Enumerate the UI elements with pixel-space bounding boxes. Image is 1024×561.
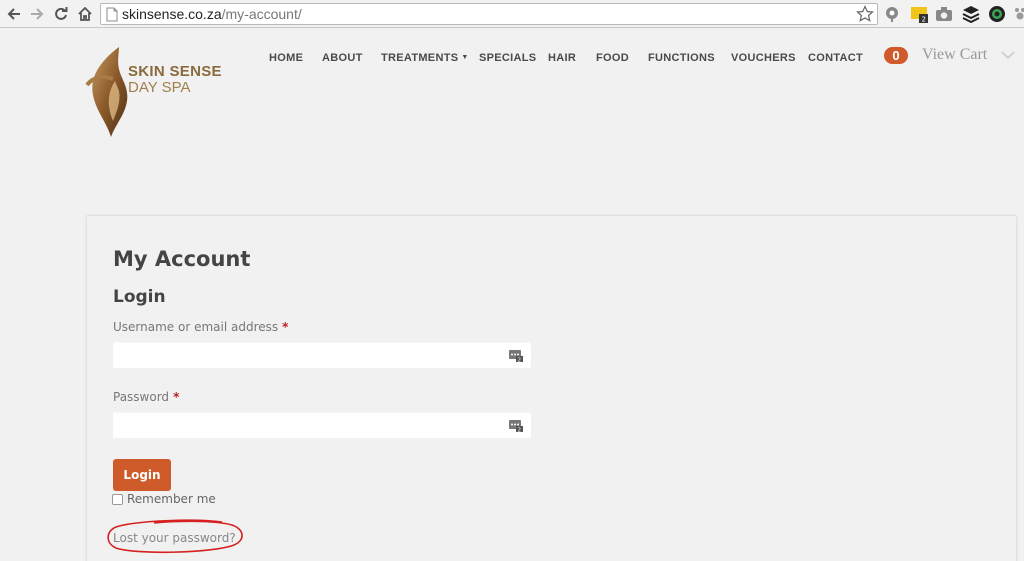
extension-badge-icon[interactable]: 2 — [910, 5, 928, 23]
nav-item-treatments[interactable]: TREATMENTS ▼ — [381, 52, 469, 64]
password-manager-icon[interactable]: 2 — [509, 418, 523, 432]
nav-item-treatments-label: TREATMENTS — [381, 52, 459, 64]
home-button[interactable] — [75, 4, 95, 24]
nav-item-about[interactable]: ABOUT — [322, 52, 363, 64]
nav-item-specials[interactable]: SPECIALS — [479, 52, 536, 64]
back-button[interactable] — [4, 4, 24, 24]
nav-item-functions[interactable]: FUNCTIONS — [648, 52, 715, 64]
back-arrow-icon — [7, 8, 20, 20]
remember-me[interactable]: Remember me — [112, 492, 216, 506]
required-marker: * — [173, 390, 180, 404]
svg-text:2: 2 — [518, 427, 522, 432]
paw-icon[interactable] — [1012, 5, 1024, 23]
username-label: Username or email address * — [113, 320, 289, 334]
svg-text:2: 2 — [518, 357, 522, 362]
page-icon — [106, 7, 118, 22]
password-label: Password * — [113, 390, 180, 404]
bookmark-star-icon[interactable] — [856, 5, 874, 23]
annotation-circle — [107, 519, 243, 554]
forward-button[interactable] — [27, 4, 47, 24]
password-field[interactable]: 2 — [113, 412, 531, 438]
home-icon — [78, 7, 92, 21]
nav-item-contact[interactable]: CONTACT — [808, 52, 863, 64]
caret-down-icon: ▼ — [461, 54, 469, 61]
required-marker: * — [282, 320, 289, 334]
reload-button[interactable] — [51, 4, 71, 24]
remember-me-checkbox[interactable] — [112, 493, 123, 505]
forward-arrow-icon — [31, 8, 44, 20]
nav-item-vouchers[interactable]: VOUCHERS — [731, 52, 796, 64]
browser-toolbar: skinsense.co.za/my-account/ 2 — [0, 0, 1024, 28]
page-title: My Account — [113, 247, 251, 271]
password-manager-icon[interactable]: 2 — [509, 348, 523, 362]
view-cart-link[interactable]: View Cart — [922, 46, 987, 64]
color-wheel-icon[interactable] — [988, 5, 1006, 23]
remember-me-label: Remember me — [127, 492, 216, 506]
nav-item-hair[interactable]: HAIR — [548, 52, 576, 64]
username-field[interactable]: 2 — [113, 342, 531, 368]
chevron-down-icon[interactable] — [1001, 51, 1015, 60]
camera-icon[interactable] — [935, 5, 953, 23]
nav-item-home[interactable]: HOME — [269, 52, 303, 64]
extension-pin-icon[interactable] — [883, 5, 901, 23]
nav-item-food[interactable]: FOOD — [596, 52, 629, 64]
layers-icon[interactable] — [962, 5, 980, 23]
login-button[interactable]: Login — [113, 459, 171, 491]
username-input[interactable] — [113, 342, 531, 368]
logo-line-2: DAY SPA — [128, 79, 191, 96]
login-heading: Login — [113, 287, 166, 307]
url-text: skinsense.co.za/my-account/ — [122, 6, 302, 22]
cart-count-badge[interactable]: 0 — [884, 47, 908, 64]
address-bar[interactable]: skinsense.co.za/my-account/ — [100, 3, 878, 25]
password-input[interactable] — [113, 412, 531, 438]
logo-line-1: SKIN SENSE — [128, 63, 222, 80]
svg-text:2: 2 — [922, 16, 926, 24]
logo-wordmark[interactable]: SKIN SENSE DAY SPA — [128, 64, 222, 96]
reload-icon — [55, 7, 68, 20]
